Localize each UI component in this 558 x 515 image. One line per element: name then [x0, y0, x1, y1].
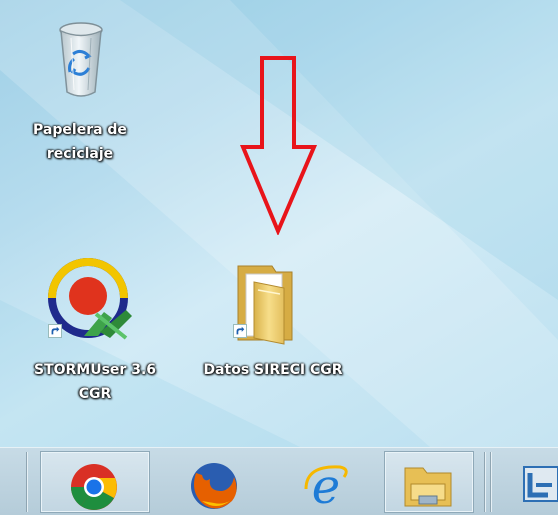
recycle-bin-icon [59, 22, 103, 97]
taskbar: e [0, 447, 558, 515]
desktop-icon-label: STORMUser 3.6 [33, 362, 157, 378]
taskbar-separator [26, 452, 27, 512]
shortcut-arrow-icon [48, 324, 62, 338]
desktop-icon-label: Datos SIRECI CGR [203, 362, 343, 378]
chrome-icon [70, 464, 117, 510]
internet-explorer-icon: e [304, 459, 348, 511]
desktop-icon-recycle-bin[interactable]: Papelera de reciclaje [25, 22, 135, 172]
app-shortcut-icon [523, 466, 558, 502]
firefox-icon [191, 463, 237, 509]
taskbar-button-file-explorer[interactable] [384, 451, 474, 513]
taskbar-button-firefox[interactable] [160, 451, 270, 513]
taskbar-button-app[interactable] [500, 451, 558, 513]
shortcut-arrow-icon [233, 324, 247, 338]
desktop-icon-label: CGR [78, 386, 112, 402]
taskbar-button-internet-explorer[interactable]: e [275, 451, 380, 513]
desktop-icon-label: reciclaje [46, 146, 114, 162]
taskbar-button-chrome[interactable] [40, 451, 150, 513]
file-explorer-icon [404, 467, 452, 507]
desktop[interactable]: Papelera de reciclaje STORMUser 3.6 CGR [0, 0, 558, 447]
desktop-icon-label: Papelera de [33, 122, 127, 138]
taskbar-separator [484, 452, 485, 512]
desktop-icon-datos-sireci-cgr[interactable]: Datos SIRECI CGR [178, 258, 368, 388]
red-down-arrow-icon [240, 56, 318, 235]
desktop-icon-stormuser[interactable]: STORMUser 3.6 CGR [15, 258, 175, 408]
taskbar-separator [490, 452, 491, 512]
